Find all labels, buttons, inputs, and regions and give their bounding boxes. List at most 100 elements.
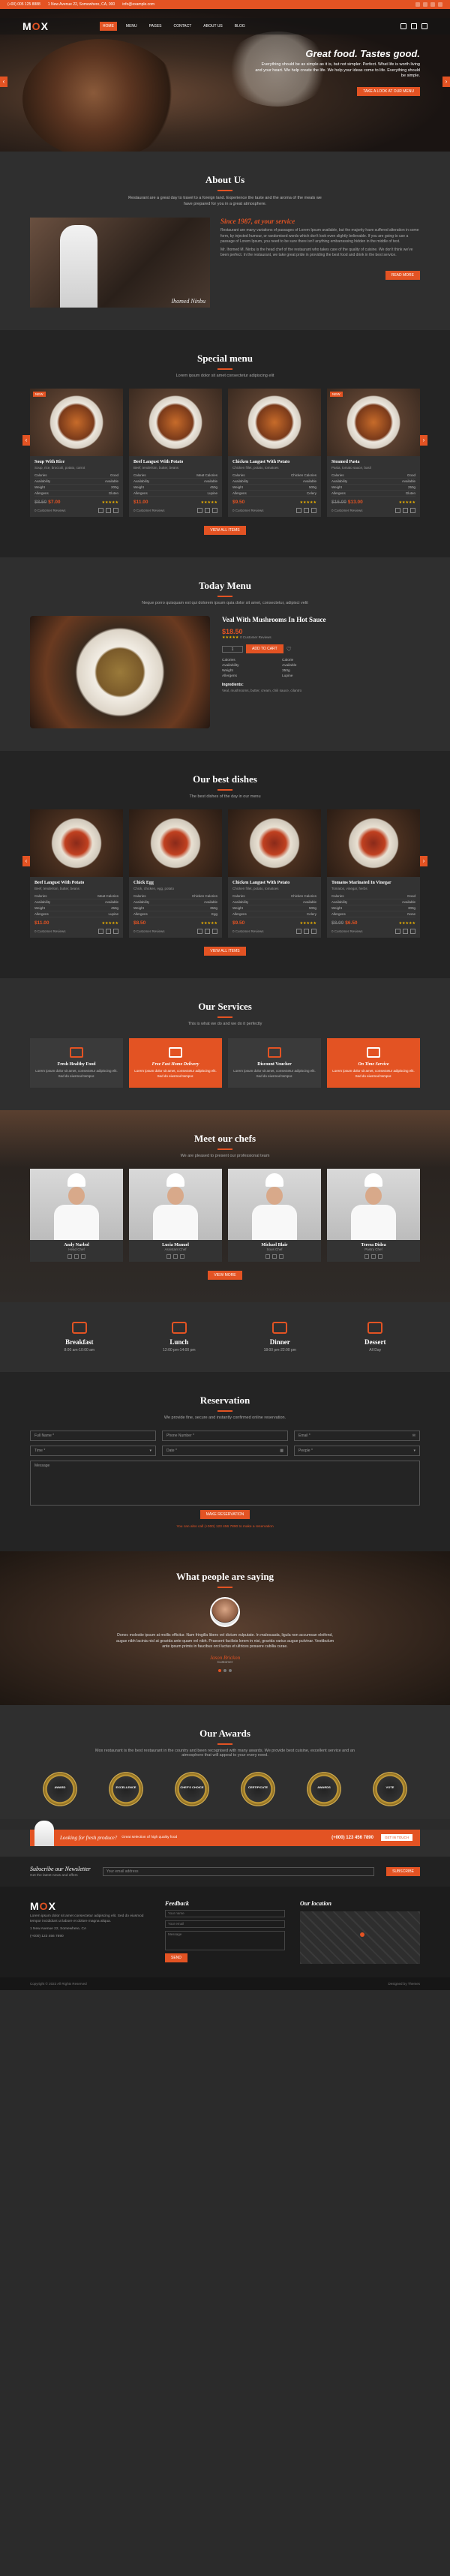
dish-card[interactable]: Tomatos Marinated In Vinegar Tomatos, vin…: [327, 809, 420, 938]
promo-button[interactable]: GET IN TOUCH: [380, 1834, 412, 1842]
people-field[interactable]: People * ▾: [294, 1445, 420, 1456]
feedback-message-input[interactable]: Message: [165, 1930, 285, 1950]
newsletter-email-input[interactable]: Your email address: [102, 1866, 375, 1876]
time-field[interactable]: Time * ▾: [30, 1445, 156, 1456]
cart-icon[interactable]: [403, 929, 408, 935]
best-prev-arrow[interactable]: ‹: [22, 856, 30, 867]
dish-card[interactable]: NEW Steamed Pasta Pasta, tomato sauce, bas…: [327, 389, 420, 518]
twitter-icon[interactable]: [74, 1253, 79, 1259]
nav-item-contact[interactable]: CONTACT: [171, 22, 195, 31]
account-icon[interactable]: [400, 23, 406, 29]
feedback-email-input[interactable]: Your email: [165, 1920, 285, 1928]
dish-reviews[interactable]: 0 Customer Reviews: [34, 509, 66, 512]
instagram-icon[interactable]: [279, 1253, 284, 1259]
dish-card[interactable]: Beef Langust With Potato Beef, tenderloin…: [129, 389, 222, 518]
nav-item-blog[interactable]: BLOG: [232, 22, 248, 31]
dot[interactable]: [229, 1668, 232, 1672]
subscribe-button[interactable]: SUBSCRIBE: [386, 1866, 420, 1876]
dish-name[interactable]: Soup With Rice: [34, 460, 118, 464]
dish-reviews[interactable]: 0 Customer Reviews: [332, 509, 363, 512]
twitter-icon[interactable]: [173, 1253, 178, 1259]
today-reviews[interactable]: 0 Customer Reviews: [240, 635, 272, 639]
nav-item-pages[interactable]: PAGES: [146, 22, 165, 31]
twitter-icon[interactable]: [272, 1253, 277, 1259]
phone-field[interactable]: Phone Number *: [162, 1430, 288, 1441]
dish-image[interactable]: [228, 809, 321, 878]
dish-reviews[interactable]: 0 Customer Reviews: [134, 509, 165, 512]
service-on-time[interactable]: On Time Service Lorem ipsum dolor sit ame…: [327, 1038, 420, 1088]
email-field[interactable]: Email * ✉: [294, 1430, 420, 1441]
cart-icon[interactable]: [205, 508, 210, 514]
dish-card[interactable]: Chick Egg Chick, chicken, egg, potato Calo…: [129, 809, 222, 938]
dish-name[interactable]: Beef Langust With Potato: [134, 460, 218, 464]
dish-reviews[interactable]: 0 Customer Reviews: [232, 509, 264, 512]
facebook-icon[interactable]: [68, 1253, 72, 1259]
dish-reviews[interactable]: 0 Customer Reviews: [332, 929, 363, 933]
heart-icon[interactable]: [296, 508, 302, 514]
eye-icon[interactable]: [311, 929, 316, 935]
heart-icon[interactable]: [197, 929, 202, 935]
dish-image[interactable]: [228, 389, 321, 457]
facebook-icon[interactable]: [166, 1253, 171, 1259]
topbar-email[interactable]: info@example.com: [122, 2, 154, 7]
heart-icon[interactable]: [395, 929, 400, 935]
dish-name[interactable]: Chick Egg: [134, 881, 218, 885]
quantity-input[interactable]: 1: [222, 645, 243, 653]
dish-image[interactable]: [327, 809, 420, 878]
cart-icon[interactable]: [106, 508, 111, 514]
best-next-arrow[interactable]: ›: [420, 856, 428, 867]
dish-name[interactable]: Chicken Langust With Potato: [232, 881, 316, 885]
dish-image[interactable]: [129, 389, 222, 457]
hero-next-arrow[interactable]: ›: [442, 77, 450, 87]
service-discount-voucher[interactable]: Discount Voucher Lorem ipsum dolor sit am…: [228, 1038, 321, 1088]
instagram-icon[interactable]: [430, 2, 435, 7]
cart-icon[interactable]: [422, 23, 428, 29]
dish-name[interactable]: Beef Langust With Potato: [34, 881, 118, 885]
eye-icon[interactable]: [410, 929, 416, 935]
special-view-all-button[interactable]: VIEW ALL ITEMS: [204, 526, 246, 536]
heart-icon[interactable]: [197, 508, 202, 514]
topbar-phone[interactable]: (+00) 005 125 8888: [8, 2, 40, 7]
youtube-icon[interactable]: [438, 2, 442, 7]
instagram-icon[interactable]: [81, 1253, 86, 1259]
search-icon[interactable]: [411, 23, 417, 29]
chef-card[interactable]: Michael Blair Sous Chef: [228, 1168, 321, 1262]
cart-icon[interactable]: [304, 929, 309, 935]
dish-reviews[interactable]: 0 Customer Reviews: [134, 929, 165, 933]
special-next-arrow[interactable]: ›: [420, 435, 428, 446]
chef-card[interactable]: Andy Narbol Head Chef: [30, 1168, 123, 1262]
heart-icon[interactable]: [296, 929, 302, 935]
about-read-more-button[interactable]: READ MORE: [385, 270, 420, 280]
facebook-icon[interactable]: [416, 2, 420, 7]
dot[interactable]: [218, 1668, 221, 1672]
instagram-icon[interactable]: [378, 1253, 382, 1259]
footer-phone[interactable]: (+000) 123 456 7890: [30, 1935, 150, 1940]
dish-card[interactable]: NEW Soup With Rice Soup, rice, broccoli, p…: [30, 389, 123, 518]
cart-icon[interactable]: [403, 508, 408, 514]
twitter-icon[interactable]: [371, 1253, 376, 1259]
nav-item-home[interactable]: HOME: [99, 22, 117, 31]
make-reservation-button[interactable]: MAKE RESERVATION: [200, 1509, 250, 1519]
facebook-icon[interactable]: [266, 1253, 270, 1259]
eye-icon[interactable]: [212, 929, 218, 935]
eye-icon[interactable]: [113, 508, 118, 514]
dish-image[interactable]: [327, 389, 420, 457]
today-dish-name[interactable]: Veal With Mushrooms In Hot Sauce: [222, 616, 357, 623]
best-view-all-button[interactable]: VIEW ALL ITEMS: [204, 947, 246, 956]
hero-menu-button[interactable]: TAKE A LOOK AT OUR MENU: [357, 87, 420, 97]
dish-name[interactable]: Tomatos Marinated In Vinegar: [332, 881, 416, 885]
date-field[interactable]: Date * ▦: [162, 1445, 288, 1456]
cart-icon[interactable]: [304, 508, 309, 514]
feedback-name-input[interactable]: Your name: [165, 1909, 285, 1917]
dish-card[interactable]: Chicken Langust With Potato Chicken fille…: [228, 389, 321, 518]
chef-card[interactable]: Lucia Manuel Assistant Chef: [129, 1168, 222, 1262]
dish-image[interactable]: [30, 389, 123, 457]
dish-card[interactable]: Chicken Langust With Potato Chicken fille…: [228, 809, 321, 938]
hero-prev-arrow[interactable]: ‹: [0, 77, 8, 87]
dish-card[interactable]: Beef Langust With Potato Beef, tenderloin…: [30, 809, 123, 938]
instagram-icon[interactable]: [180, 1253, 184, 1259]
dot[interactable]: [224, 1668, 226, 1672]
cart-icon[interactable]: [205, 929, 210, 935]
eye-icon[interactable]: [113, 929, 118, 935]
name-field[interactable]: Full Name *: [30, 1430, 156, 1441]
